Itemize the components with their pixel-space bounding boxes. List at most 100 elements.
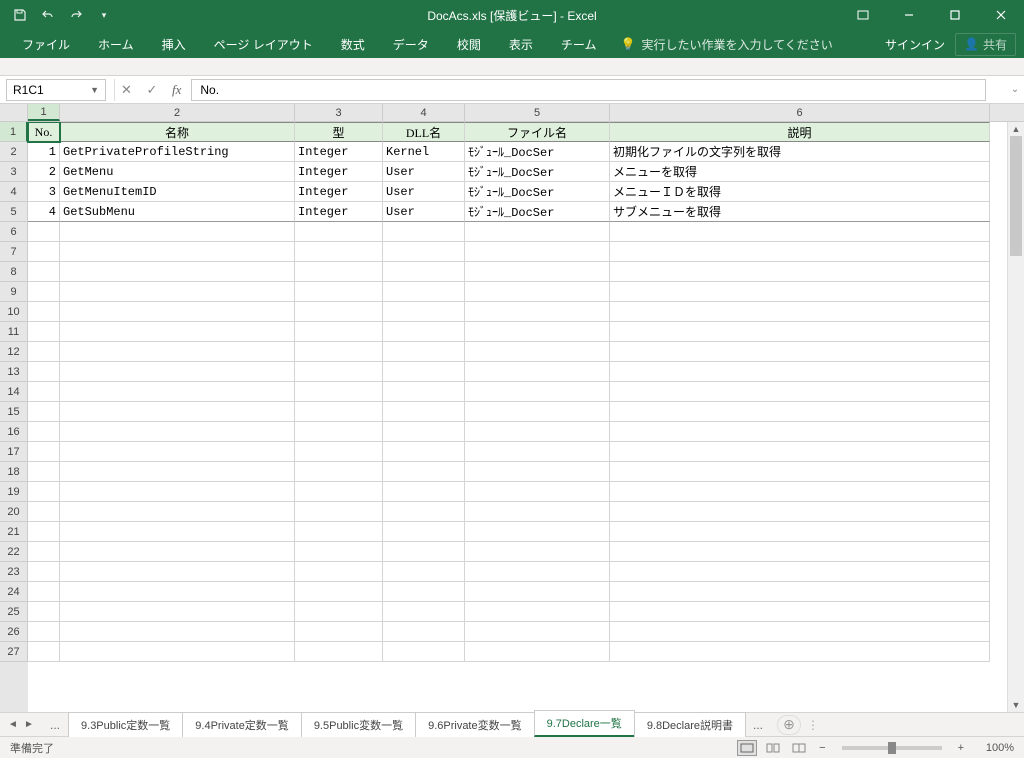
empty-cell[interactable] — [60, 242, 295, 262]
empty-cell[interactable] — [28, 562, 60, 582]
empty-cell[interactable] — [383, 582, 465, 602]
empty-cell[interactable] — [610, 322, 990, 342]
tab-view[interactable]: 表示 — [495, 30, 547, 58]
header-cell[interactable]: ファイル名 — [465, 122, 610, 142]
sheet-tab[interactable]: 9.5Public変数一覧 — [301, 712, 416, 737]
empty-cell[interactable] — [60, 602, 295, 622]
empty-cell[interactable] — [383, 622, 465, 642]
empty-cell[interactable] — [465, 382, 610, 402]
zoom-in-button[interactable]: + — [954, 742, 968, 754]
sheet-tab[interactable]: 9.8Declare説明書 — [634, 712, 746, 737]
empty-cell[interactable] — [295, 222, 383, 242]
row-header[interactable]: 3 — [0, 162, 28, 182]
empty-cell[interactable] — [465, 502, 610, 522]
empty-cell[interactable] — [610, 422, 990, 442]
empty-cell[interactable] — [295, 322, 383, 342]
empty-cell[interactable] — [295, 422, 383, 442]
row-header[interactable]: 9 — [0, 282, 28, 302]
tab-file[interactable]: ファイル — [8, 30, 84, 58]
tab-review[interactable]: 校閲 — [443, 30, 495, 58]
empty-cell[interactable] — [610, 402, 990, 422]
view-normal-icon[interactable] — [737, 740, 757, 756]
tab-formulas[interactable]: 数式 — [327, 30, 379, 58]
empty-cell[interactable] — [383, 482, 465, 502]
row-header[interactable]: 17 — [0, 442, 28, 462]
tab-home[interactable]: ホーム — [84, 30, 148, 58]
header-cell[interactable]: 名称 — [60, 122, 295, 142]
row-header[interactable]: 14 — [0, 382, 28, 402]
empty-cell[interactable] — [610, 282, 990, 302]
row-header[interactable]: 25 — [0, 602, 28, 622]
empty-cell[interactable] — [465, 302, 610, 322]
data-cell[interactable]: User — [383, 202, 465, 222]
data-cell[interactable]: Integer — [295, 162, 383, 182]
close-icon[interactable] — [978, 0, 1024, 30]
empty-cell[interactable] — [610, 582, 990, 602]
view-pagebreak-icon[interactable] — [789, 740, 809, 756]
sheet-nav[interactable]: ◄ ► — [0, 719, 42, 730]
empty-cell[interactable] — [465, 222, 610, 242]
view-pagelayout-icon[interactable] — [763, 740, 783, 756]
empty-cell[interactable] — [60, 622, 295, 642]
share-button[interactable]: 👤 共有 — [955, 33, 1016, 56]
empty-cell[interactable] — [610, 442, 990, 462]
empty-cell[interactable] — [383, 502, 465, 522]
row-header[interactable]: 13 — [0, 362, 28, 382]
sheet-ellipsis[interactable]: ... — [745, 718, 771, 732]
empty-cell[interactable] — [28, 262, 60, 282]
header-cell[interactable]: 説明 — [610, 122, 990, 142]
sheet-tab[interactable]: 9.6Private変数一覧 — [415, 712, 535, 737]
empty-cell[interactable] — [610, 302, 990, 322]
empty-cell[interactable] — [28, 342, 60, 362]
row-header[interactable]: 1 — [0, 122, 28, 142]
empty-cell[interactable] — [60, 502, 295, 522]
row-header[interactable]: 15 — [0, 402, 28, 422]
empty-cell[interactable] — [28, 622, 60, 642]
name-box[interactable]: R1C1 ▼ — [6, 79, 106, 101]
empty-cell[interactable] — [295, 282, 383, 302]
empty-cell[interactable] — [465, 622, 610, 642]
data-cell[interactable]: 2 — [28, 162, 60, 182]
scroll-up-icon[interactable]: ▲ — [1008, 122, 1024, 136]
empty-cell[interactable] — [465, 462, 610, 482]
empty-cell[interactable] — [383, 362, 465, 382]
empty-cell[interactable] — [28, 642, 60, 662]
empty-cell[interactable] — [60, 582, 295, 602]
empty-cell[interactable] — [610, 622, 990, 642]
data-cell[interactable]: 3 — [28, 182, 60, 202]
empty-cell[interactable] — [28, 522, 60, 542]
empty-cell[interactable] — [610, 522, 990, 542]
empty-cell[interactable] — [295, 262, 383, 282]
empty-cell[interactable] — [465, 402, 610, 422]
data-cell[interactable]: GetSubMenu — [60, 202, 295, 222]
formula-expand-icon[interactable]: ⌄ — [1006, 84, 1024, 95]
empty-cell[interactable] — [383, 522, 465, 542]
empty-cell[interactable] — [295, 402, 383, 422]
empty-cell[interactable] — [295, 362, 383, 382]
empty-cell[interactable] — [383, 562, 465, 582]
empty-cell[interactable] — [295, 242, 383, 262]
empty-cell[interactable] — [60, 442, 295, 462]
redo-icon[interactable] — [64, 3, 88, 27]
empty-cell[interactable] — [610, 262, 990, 282]
tab-insert[interactable]: 挿入 — [148, 30, 200, 58]
empty-cell[interactable] — [610, 482, 990, 502]
empty-cell[interactable] — [28, 482, 60, 502]
empty-cell[interactable] — [383, 402, 465, 422]
empty-cell[interactable] — [28, 462, 60, 482]
empty-cell[interactable] — [383, 462, 465, 482]
empty-cell[interactable] — [465, 562, 610, 582]
empty-cell[interactable] — [295, 462, 383, 482]
ribbon-options-icon[interactable] — [840, 0, 886, 30]
sheet-tab[interactable]: 9.3Public定数一覧 — [68, 712, 183, 737]
empty-cell[interactable] — [60, 422, 295, 442]
tab-team[interactable]: チーム — [547, 30, 611, 58]
col-header[interactable]: 3 — [295, 104, 383, 121]
row-header[interactable]: 16 — [0, 422, 28, 442]
empty-cell[interactable] — [610, 342, 990, 362]
empty-cell[interactable] — [465, 242, 610, 262]
col-header[interactable]: 2 — [60, 104, 295, 121]
empty-cell[interactable] — [383, 442, 465, 462]
empty-cell[interactable] — [610, 542, 990, 562]
empty-cell[interactable] — [383, 642, 465, 662]
